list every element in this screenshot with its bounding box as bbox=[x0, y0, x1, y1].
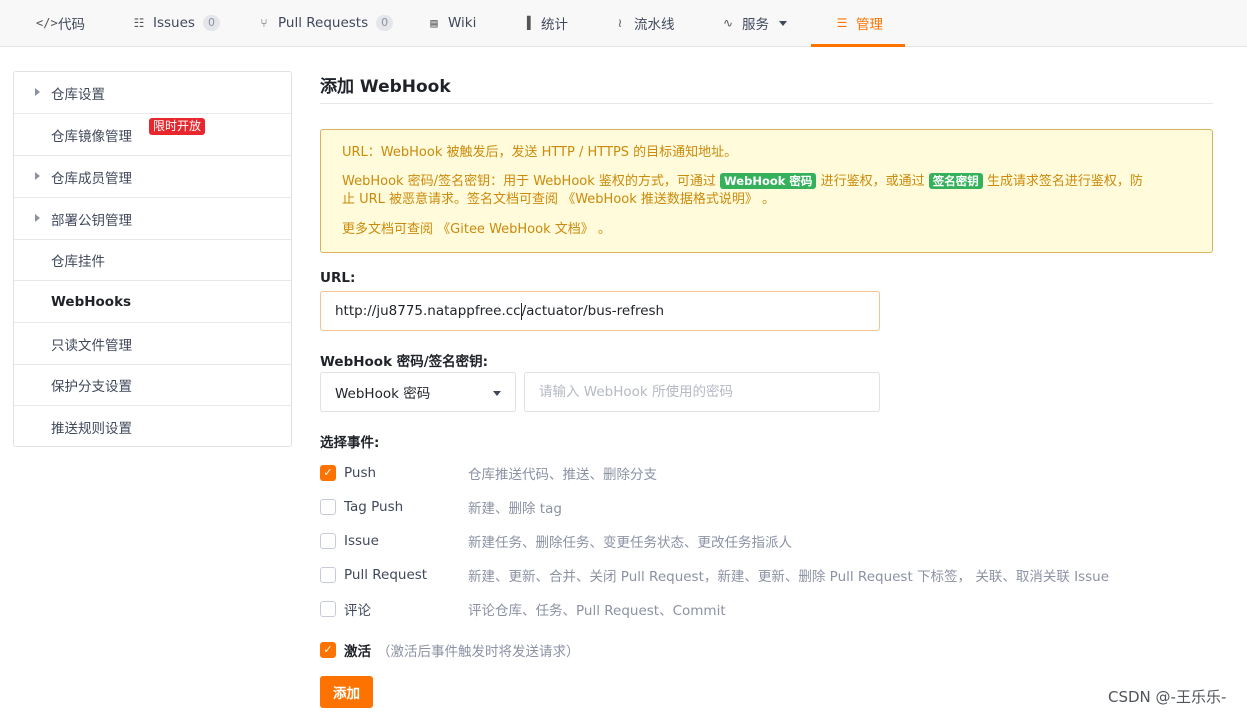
chevron-down-icon bbox=[779, 20, 787, 26]
notice-line-doc: 止 URL 被恶意请求。签名文档可查阅 《WebHook 推送数据格式说明》 。 bbox=[342, 192, 776, 207]
events-label: 选择事件: bbox=[320, 435, 380, 451]
tab-issues[interactable]: ☷ Issues 0 bbox=[131, 0, 220, 46]
tab-label: Issues bbox=[153, 15, 195, 31]
sidebar-item-mirror[interactable]: 仓库镜像管理 限时开放 bbox=[14, 114, 291, 156]
event-name: 评论 bbox=[344, 603, 371, 619]
tab-label: 服务 bbox=[742, 17, 769, 33]
checkbox-checked-icon[interactable]: ✓ bbox=[320, 465, 336, 481]
password-tag: WebHook 密码 bbox=[720, 173, 817, 189]
settings-sidebar: 仓库设置 仓库镜像管理 限时开放 仓库成员管理 部署公钥管理 仓库挂件 WebH… bbox=[13, 71, 292, 447]
wiki-icon: ▤ bbox=[430, 16, 438, 30]
tab-wiki[interactable]: ▤ Wiki bbox=[426, 0, 476, 46]
tab-label: Wiki bbox=[448, 15, 477, 31]
title-divider bbox=[320, 103, 1213, 104]
url-input[interactable]: http://ju8775.natappfree.cc/actuator/bus… bbox=[320, 291, 880, 331]
caret-right-icon bbox=[35, 214, 40, 222]
sidebar-item-label: 仓库挂件 bbox=[51, 253, 105, 270]
page-title: 添加 WebHook bbox=[320, 77, 451, 97]
activate-hint: （激活后事件触发时将发送请求） bbox=[377, 644, 580, 660]
event-push[interactable]: ✓ Push 仓库推送代码、推送、删除分支 bbox=[320, 463, 1220, 483]
add-webhook-button[interactable]: 添加 bbox=[320, 676, 373, 708]
pull-requests-count-badge: 0 bbox=[376, 15, 394, 31]
sidebar-item-label: 部署公钥管理 bbox=[51, 212, 132, 229]
event-description: 新建任务、删除任务、变更任务状态、更改任务指派人 bbox=[468, 535, 792, 551]
checkbox-icon[interactable] bbox=[320, 567, 336, 583]
tab-label: 代码 bbox=[58, 17, 85, 33]
gitee-doc-link[interactable]: 《Gitee WebHook 文档》 bbox=[437, 222, 594, 237]
pull-request-icon: ⑂ bbox=[260, 16, 268, 30]
info-notice: URL：WebHook 被触发后，发送 HTTP / HTTPS 的目标通知地址… bbox=[320, 129, 1213, 253]
notice-line-url: URL：WebHook 被触发后，发送 HTTP / HTTPS 的目标通知地址… bbox=[342, 145, 738, 160]
notice-line-secret: WebHook 密码/签名密钥：用于 WebHook 鉴权的方式，可通过 Web… bbox=[342, 173, 1143, 189]
secret-type-select[interactable]: WebHook 密码 bbox=[320, 372, 516, 412]
event-description: 仓库推送代码、推送、删除分支 bbox=[468, 467, 657, 483]
code-icon: </> bbox=[36, 16, 58, 30]
url-label: URL: bbox=[320, 270, 356, 286]
sidebar-item-label: WebHooks bbox=[51, 293, 132, 310]
sidebar-item-push-rules[interactable]: 推送规则设置 bbox=[14, 406, 291, 448]
caret-down-icon bbox=[493, 391, 501, 396]
tab-stats[interactable]: ▐ 统计 bbox=[519, 0, 568, 46]
watermark: CSDN @-王乐乐- bbox=[1108, 688, 1227, 706]
notice-line-more: 更多文档可查阅 《Gitee WebHook 文档》 。 bbox=[342, 222, 611, 237]
tab-code[interactable]: </> 代码 bbox=[36, 0, 85, 46]
sidebar-item-deploy-keys[interactable]: 部署公钥管理 bbox=[14, 198, 291, 240]
tab-label: 流水线 bbox=[634, 17, 675, 33]
tab-label: Pull Requests bbox=[278, 15, 369, 31]
sidebar-item-widgets[interactable]: 仓库挂件 bbox=[14, 239, 291, 281]
services-icon: ∿ bbox=[722, 16, 734, 30]
event-description: 新建、删除 tag bbox=[468, 501, 562, 517]
sidebar-item-webhooks[interactable]: WebHooks bbox=[14, 281, 291, 323]
active-tab-indicator bbox=[811, 44, 905, 47]
checkbox-icon[interactable] bbox=[320, 533, 336, 549]
caret-right-icon bbox=[35, 88, 40, 96]
event-issue[interactable]: Issue 新建任务、删除任务、变更任务状态、更改任务指派人 bbox=[320, 531, 1220, 551]
manage-icon: ☰ bbox=[836, 16, 848, 30]
sidebar-item-readonly-files[interactable]: 只读文件管理 bbox=[14, 323, 291, 365]
tab-services[interactable]: ∿ 服务 bbox=[720, 0, 787, 46]
password-input[interactable] bbox=[524, 372, 880, 412]
event-comment[interactable]: 评论 评论仓库、任务、Pull Request、Commit bbox=[320, 599, 1220, 619]
checkbox-icon[interactable] bbox=[320, 499, 336, 515]
tab-pull-requests[interactable]: ⑂ Pull Requests 0 bbox=[256, 0, 394, 46]
tab-manage[interactable]: ☰ 管理 bbox=[834, 0, 883, 46]
tab-label: 管理 bbox=[856, 17, 883, 33]
sidebar-item-label: 保护分支设置 bbox=[51, 378, 132, 395]
event-name: Pull Request bbox=[344, 567, 428, 583]
caret-right-icon bbox=[35, 172, 40, 180]
repo-tab-bar: </> 代码 ☷ Issues 0 ⑂ Pull Requests 0 ▤ Wi… bbox=[0, 0, 1247, 47]
sidebar-item-label: 仓库设置 bbox=[51, 86, 105, 103]
sidebar-item-label: 仓库成员管理 bbox=[51, 170, 132, 187]
sidebar-item-label: 只读文件管理 bbox=[51, 337, 132, 354]
event-description: 新建、更新、合并、关闭 Pull Request，新建、更新、删除 Pull R… bbox=[468, 569, 1110, 585]
event-tag-push[interactable]: Tag Push 新建、删除 tag bbox=[320, 497, 1220, 517]
sidebar-item-protected-branches[interactable]: 保护分支设置 bbox=[14, 364, 291, 406]
tab-pipeline[interactable]: ≀ 流水线 bbox=[612, 0, 675, 46]
signature-key-tag: 签名密钥 bbox=[928, 173, 983, 189]
event-description: 评论仓库、任务、Pull Request、Commit bbox=[468, 603, 726, 619]
issues-icon: ☷ bbox=[133, 16, 145, 30]
event-name: Issue bbox=[344, 533, 379, 549]
sidebar-item-members[interactable]: 仓库成员管理 bbox=[14, 156, 291, 198]
sidebar-item-repo-settings[interactable]: 仓库设置 bbox=[14, 72, 291, 114]
issues-count-badge: 0 bbox=[202, 15, 220, 31]
signature-doc-link[interactable]: 《WebHook 推送数据格式说明》 bbox=[562, 192, 758, 207]
activate-label: 激活 （激活后事件触发时将发送请求） bbox=[344, 644, 580, 660]
checkbox-icon[interactable] bbox=[320, 601, 336, 617]
pipeline-icon: ≀ bbox=[617, 16, 623, 30]
sidebar-item-label: 推送规则设置 bbox=[51, 421, 132, 437]
stats-icon: ▐ bbox=[523, 16, 531, 30]
checkbox-checked-icon[interactable]: ✓ bbox=[320, 642, 336, 658]
event-name: Push bbox=[344, 465, 377, 481]
limited-open-badge: 限时开放 bbox=[149, 118, 206, 135]
activate-toggle[interactable]: ✓ 激活 （激活后事件触发时将发送请求） bbox=[320, 640, 1220, 660]
secret-label: WebHook 密码/签名密钥: bbox=[320, 354, 489, 370]
sidebar-item-label: 仓库镜像管理 bbox=[51, 128, 132, 145]
event-name: Tag Push bbox=[344, 499, 404, 515]
event-pull-request[interactable]: Pull Request 新建、更新、合并、关闭 Pull Request，新建… bbox=[320, 565, 1220, 585]
tab-label: 统计 bbox=[541, 17, 568, 33]
